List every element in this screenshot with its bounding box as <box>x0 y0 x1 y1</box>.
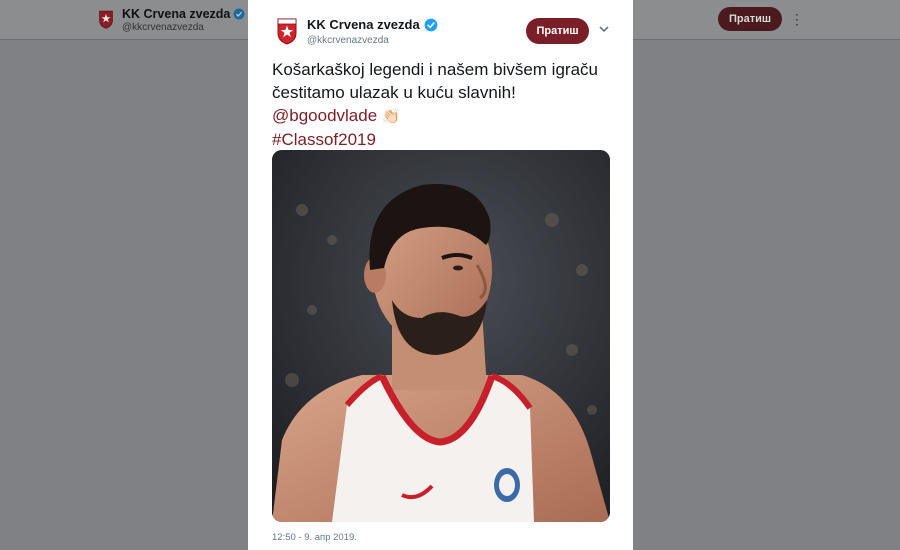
tweet-card: KK Crvena zvezda @kkcrvenazvezda Пратиш … <box>248 0 633 550</box>
tweet-text-line: čestitamo ulazak u kuću slavnih! <box>272 83 516 102</box>
follow-button[interactable]: Пратиш <box>526 18 589 44</box>
photo-basketball-player[interactable] <box>272 150 610 522</box>
club-logo-icon <box>99 10 113 29</box>
background-account-name[interactable]: KK Crvena zvezda <box>122 7 245 21</box>
account-name-row[interactable]: KK Crvena zvezda <box>307 17 438 32</box>
verified-badge-icon <box>233 8 245 20</box>
clapping-hands-emoji: 👏🏻 <box>381 108 401 125</box>
more-vertical-icon[interactable]: ⋮ <box>790 10 804 28</box>
account-name[interactable]: KK Crvena zvezda <box>307 17 420 32</box>
chevron-down-icon[interactable] <box>597 22 611 36</box>
tweet-text-line: Košarkaškoj legendi i našem bivšem igrač… <box>272 60 598 79</box>
tweet-timestamp[interactable]: 12:50 - 9. апр 2019. <box>272 532 357 543</box>
tweet-text: Košarkaškoj legendi i našem bivšem igrač… <box>272 58 612 151</box>
club-logo-icon[interactable] <box>276 17 298 45</box>
hashtag-link[interactable]: #Classof2019 <box>272 128 612 151</box>
background-handle[interactable]: @kkcrvenazvezda <box>122 22 204 33</box>
verified-badge-icon <box>424 18 438 31</box>
background-follow-button[interactable]: Пратиш <box>718 7 782 31</box>
mention-link[interactable]: @bgoodvlade <box>272 106 377 125</box>
account-handle[interactable]: @kkcrvenazvezda <box>307 35 389 46</box>
